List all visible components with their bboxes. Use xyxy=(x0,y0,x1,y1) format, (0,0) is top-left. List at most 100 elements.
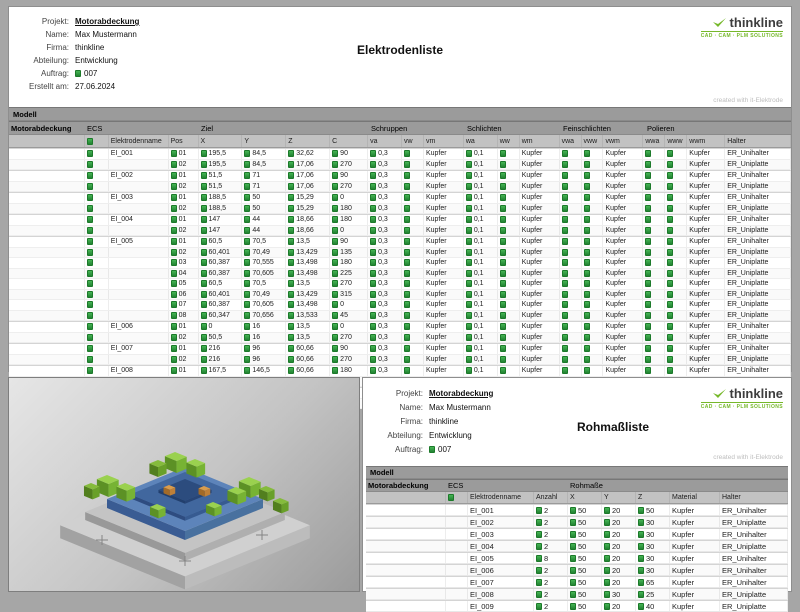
electrode-row[interactable]: 0250,51613,52700,3Kupfer0,1KupferKupferK… xyxy=(9,333,791,344)
doc-icon xyxy=(638,531,644,538)
electrode-row[interactable]: 0360,38770,55513,4981800,3Kupfer0,1Kupfe… xyxy=(9,258,791,269)
doc-icon xyxy=(466,172,472,179)
cell-value: 01 xyxy=(179,194,187,201)
halter-cell: ER_Unihalter xyxy=(725,171,791,181)
modell-band: Modell xyxy=(366,466,788,479)
feinschlichten-werkzeug-cell xyxy=(582,311,604,321)
electrode-row[interactable]: 02188,55015,291800,3Kupfer0,1KupferKupfe… xyxy=(9,204,791,215)
info-projekt: Projekt:Motorabdeckung xyxy=(17,15,139,28)
rohmass-row[interactable]: EI_0012502050KupferER_Unihalter xyxy=(366,504,788,516)
doc-icon xyxy=(332,249,338,256)
schlichten-aufmass-cell: 0,1 xyxy=(464,366,498,376)
pos-cell: 01 xyxy=(169,193,199,203)
schlichten-werkzeug-cell xyxy=(498,182,520,192)
schlichten-werkzeug-cell xyxy=(498,344,520,354)
schruppen-werkzeug-cell xyxy=(402,248,424,258)
electrode-row[interactable]: EI_004011474418,661800,3Kupfer0,1KupferK… xyxy=(9,214,791,226)
electrode-row[interactable]: 022169660,662700,3Kupfer0,1KupferKupferK… xyxy=(9,355,791,366)
electrode-row[interactable]: EI_0060101613,500,3Kupfer0,1KupferKupfer… xyxy=(9,321,791,333)
x-cell: 50 xyxy=(568,541,602,551)
schruppen-material-cell: Kupfer xyxy=(424,215,464,225)
rohmass-row[interactable]: EI_0072502065KupferER_Unihalter xyxy=(366,576,788,588)
cell-value: 60,5 xyxy=(209,280,223,287)
cell-value: 0,3 xyxy=(378,172,388,179)
cell-value: 147 xyxy=(209,227,221,234)
cell-value: Kupfer xyxy=(672,578,694,587)
doc-icon xyxy=(370,280,376,287)
electrode-row[interactable]: 02195,584,517,062700,3Kupfer0,1KupferKup… xyxy=(9,160,791,171)
doc-icon xyxy=(370,259,376,266)
electrode-row[interactable]: EI_00101195,584,532,62900,3Kupfer0,1Kupf… xyxy=(9,148,791,160)
feinschlichten-material-cell: Kupfer xyxy=(603,226,643,236)
electrode-row[interactable]: 0860,34770,65613,533450,3Kupfer0,1Kupfer… xyxy=(9,311,791,322)
pos-cell: 01 xyxy=(169,322,199,332)
pos-cell: 08 xyxy=(169,311,199,321)
doc-icon xyxy=(171,183,177,190)
thinkline-bird-icon xyxy=(713,18,727,28)
polieren-aufmass-cell xyxy=(643,344,665,354)
doc-icon xyxy=(244,270,250,277)
schlichten-material-cell: Kupfer xyxy=(520,182,560,192)
electrode-row[interactable]: 0660,40170,4913,4293150,3Kupfer0,1Kupfer… xyxy=(9,290,791,301)
schruppen-material-cell: Kupfer xyxy=(424,182,464,192)
c-cell: 270 xyxy=(330,279,368,289)
cell-value: Kupfer xyxy=(689,280,710,287)
feinschlichten-aufmass-cell xyxy=(560,366,582,376)
x-cell: 216 xyxy=(199,344,243,354)
electrode-row[interactable]: 0251,57117,062700,3Kupfer0,1KupferKupfer… xyxy=(9,182,791,193)
rohmass-row[interactable]: EI_0022502030KupferER_Uniplatte xyxy=(366,516,788,528)
doc-icon xyxy=(87,301,93,308)
cad-viewport[interactable] xyxy=(8,377,360,592)
c-cell: 0 xyxy=(330,193,368,203)
cell-value: ER_Uniplatte xyxy=(727,280,768,287)
feinschlichten-aufmass-cell xyxy=(560,149,582,159)
feinschlichten-label: Feinschlichten xyxy=(563,124,611,133)
schruppen-aufmass-cell: 0,3 xyxy=(368,269,402,279)
electrode-row[interactable]: EI_0050160,570,513,5900,3Kupfer0,1Kupfer… xyxy=(9,236,791,248)
doc-icon xyxy=(429,446,435,453)
rohmass-table: Modell Motorabdeckung ECS Rohmaße Elektr… xyxy=(366,466,788,612)
schlichten-aufmass-cell: 0,1 xyxy=(464,248,498,258)
electrode-row[interactable]: EI_007012169660,66900,3Kupfer0,1KupferKu… xyxy=(9,343,791,355)
y-cell: 84,5 xyxy=(242,160,286,170)
electrode-row[interactable]: EI_00801167,5146,560,661800,3Kupfer0,1Ku… xyxy=(9,365,791,377)
schlichten-aufmass-cell: 0,1 xyxy=(464,204,498,214)
c-cell: 90 xyxy=(330,237,368,247)
rohmass-row[interactable]: EI_0058502030KupferER_Unihalter xyxy=(366,552,788,564)
ecs-cell xyxy=(85,366,109,376)
x-cell: 50 xyxy=(568,577,602,587)
electrode-name-cell: EI_002 xyxy=(468,517,534,527)
doc-icon xyxy=(638,519,644,526)
rohmass-row[interactable]: EI_0082503025KupferER_Uniplatte xyxy=(366,588,788,600)
schlichten-material-cell: Kupfer xyxy=(520,226,560,236)
electrode-name-cell xyxy=(109,160,169,170)
group-ziel: Ziel xyxy=(199,122,369,134)
cell-value: Kupfer xyxy=(426,183,447,190)
electrode-row[interactable]: 0460,38770,60513,4982250,3Kupfer0,1Kupfe… xyxy=(9,269,791,280)
gutter-cell xyxy=(9,204,85,214)
doc-icon xyxy=(562,238,568,245)
feinschlichten-aufmass-cell xyxy=(560,248,582,258)
cell-value: 02 xyxy=(179,183,187,190)
doc-icon xyxy=(466,312,472,319)
cell-value: 270 xyxy=(340,183,352,190)
doc-icon xyxy=(404,194,410,201)
cell-value: 60,66 xyxy=(296,367,314,374)
electrode-row[interactable]: EI_00301188,55015,2900,3Kupfer0,1KupferK… xyxy=(9,192,791,204)
x-cell: 147 xyxy=(199,215,243,225)
electrode-row[interactable]: 0260,40170,4913,4291350,3Kupfer0,1Kupfer… xyxy=(9,248,791,259)
rohmass-row[interactable]: EI_0032502030KupferER_Unihalter xyxy=(366,528,788,540)
rohmass-row[interactable]: EI_0092502040KupferER_Uniplatte xyxy=(366,600,788,612)
schruppen-werkzeug-cell xyxy=(402,269,424,279)
doc-icon xyxy=(171,194,177,201)
rohmass-row[interactable]: EI_0062502030KupferER_Unihalter xyxy=(366,564,788,576)
cell-value: Kupfer xyxy=(522,161,543,168)
electrode-row[interactable]: 0560,570,513,52700,3Kupfer0,1KupferKupfe… xyxy=(9,279,791,290)
schlichten-werkzeug-cell xyxy=(498,300,520,310)
electrode-row[interactable]: 0760,38770,60513,49800,3Kupfer0,1KupferK… xyxy=(9,300,791,311)
z-cell: 65 xyxy=(636,577,670,587)
gutter-cell xyxy=(9,333,85,343)
electrode-row[interactable]: 021474418,6600,3Kupfer0,1KupferKupferKup… xyxy=(9,226,791,237)
rohmass-row[interactable]: EI_0042502030KupferER_Uniplatte xyxy=(366,540,788,552)
electrode-row[interactable]: EI_0020151,57117,06900,3Kupfer0,1KupferK… xyxy=(9,170,791,182)
